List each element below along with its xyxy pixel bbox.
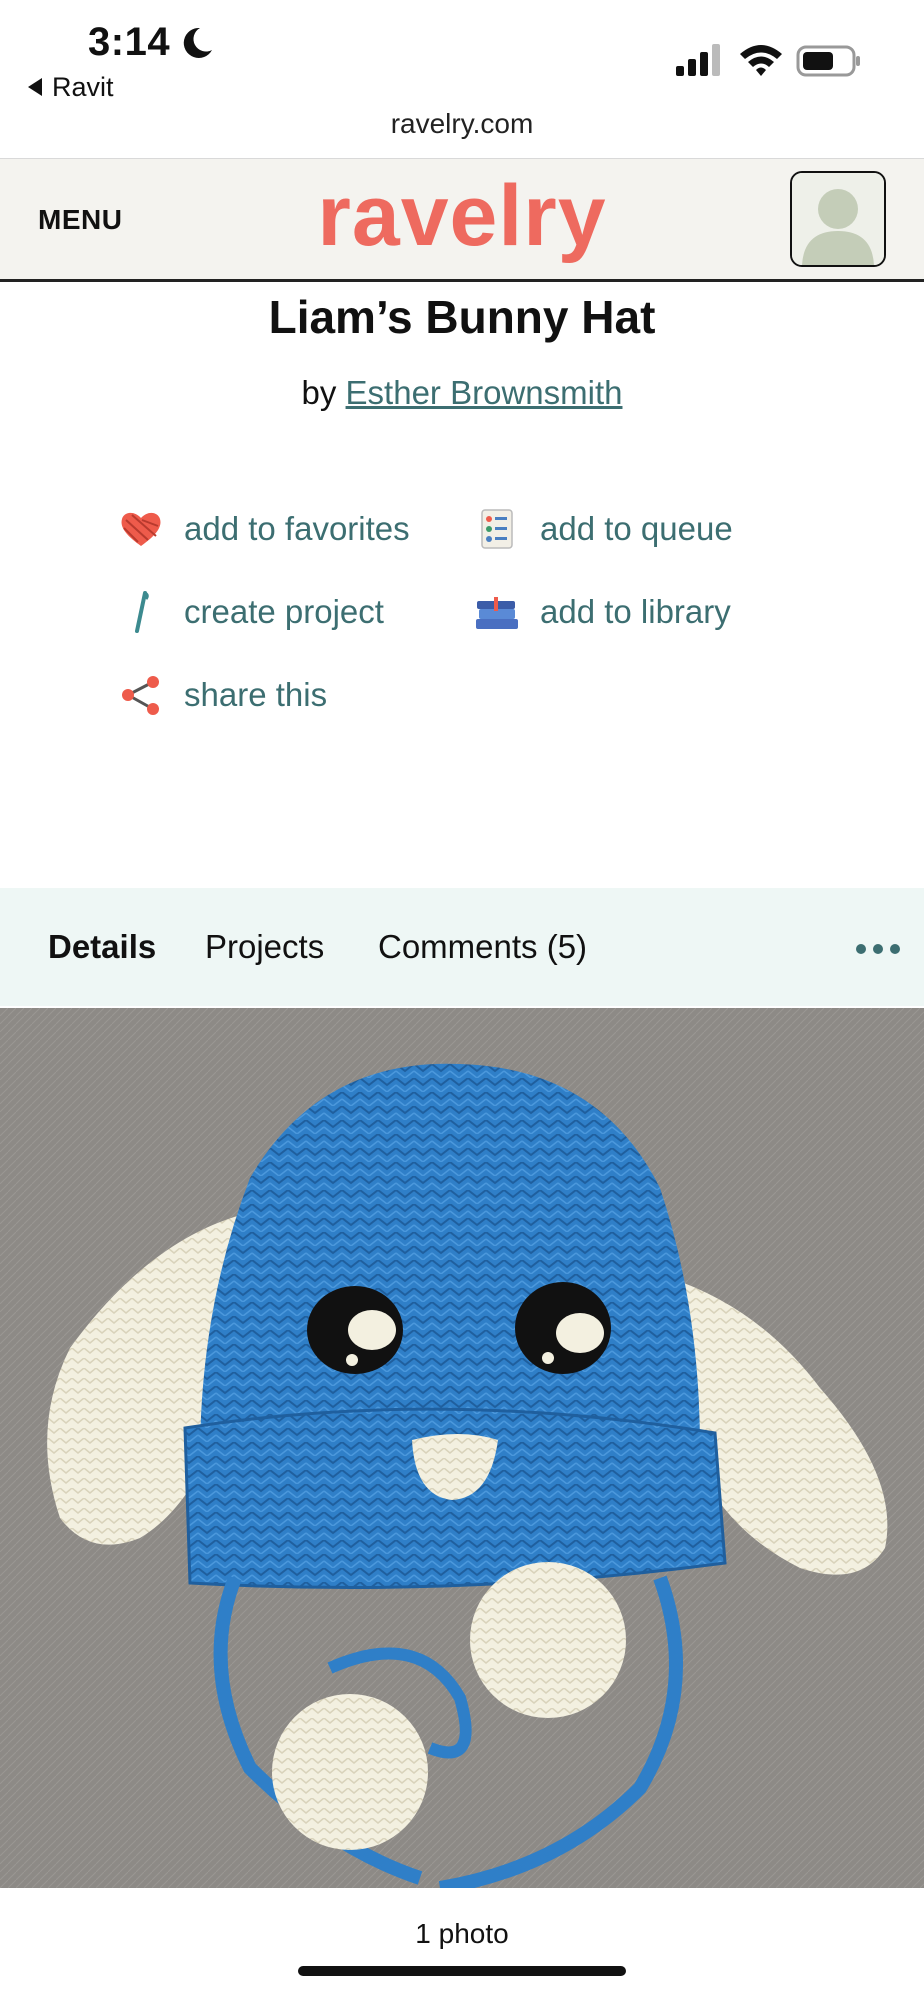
back-app-label: Ravit <box>52 72 114 102</box>
author-link[interactable]: Esther Brownsmith <box>346 374 623 411</box>
add-to-library-button[interactable]: add to library <box>474 589 731 635</box>
cellular-signal-icon <box>676 44 720 76</box>
add-to-queue-button[interactable]: add to queue <box>474 506 733 552</box>
add-to-queue-label: add to queue <box>540 510 733 547</box>
address-bar-url[interactable]: ravelry.com <box>0 108 924 140</box>
tab-comments[interactable]: Comments (5) <box>378 928 587 966</box>
ravelry-logo[interactable]: ravelry <box>0 167 924 266</box>
add-to-library-label: add to library <box>540 593 731 630</box>
add-to-favorites-button[interactable]: add to favorites <box>118 506 410 552</box>
crochet-hook-icon <box>118 589 164 635</box>
yarn-heart-icon <box>118 506 164 552</box>
back-arrow-icon <box>28 77 42 96</box>
pattern-tab-bar: Details Projects Comments (5) <box>0 888 924 1006</box>
add-to-favorites-label: add to favorites <box>184 510 410 547</box>
more-options-button[interactable] <box>856 944 900 954</box>
moon-icon <box>183 27 212 58</box>
bunny-hat-image <box>0 1008 924 1888</box>
pattern-byline: by Esther Brownsmith <box>0 374 924 412</box>
more-dot <box>890 944 900 954</box>
status-time: 3:14 <box>88 20 171 64</box>
back-to-app-link[interactable]: Ravit <box>28 72 114 103</box>
status-bar: 3:14 Ravit ravelry.com <box>0 0 924 160</box>
pattern-photo[interactable] <box>0 1008 924 1888</box>
site-header: MENU ravelry <box>0 158 924 282</box>
byline-prefix: by <box>301 374 337 411</box>
more-dot <box>873 944 883 954</box>
home-indicator[interactable] <box>298 1966 626 1976</box>
user-avatar-button[interactable] <box>790 171 886 267</box>
share-button[interactable]: share this <box>118 672 327 718</box>
tab-projects[interactable]: Projects <box>205 928 324 966</box>
battery-icon <box>796 45 860 77</box>
create-project-button[interactable]: create project <box>118 589 384 635</box>
pattern-title: Liam’s Bunny Hat <box>268 291 656 343</box>
books-icon <box>474 589 520 635</box>
tab-details[interactable]: Details <box>48 928 156 966</box>
queue-list-icon <box>474 506 520 552</box>
create-project-label: create project <box>184 593 384 630</box>
share-label: share this <box>184 676 328 713</box>
user-avatar-icon <box>792 173 884 265</box>
wifi-icon <box>740 45 782 76</box>
share-icon <box>118 672 164 718</box>
more-dot <box>856 944 866 954</box>
photo-count-caption: 1 photo <box>415 1918 509 1949</box>
